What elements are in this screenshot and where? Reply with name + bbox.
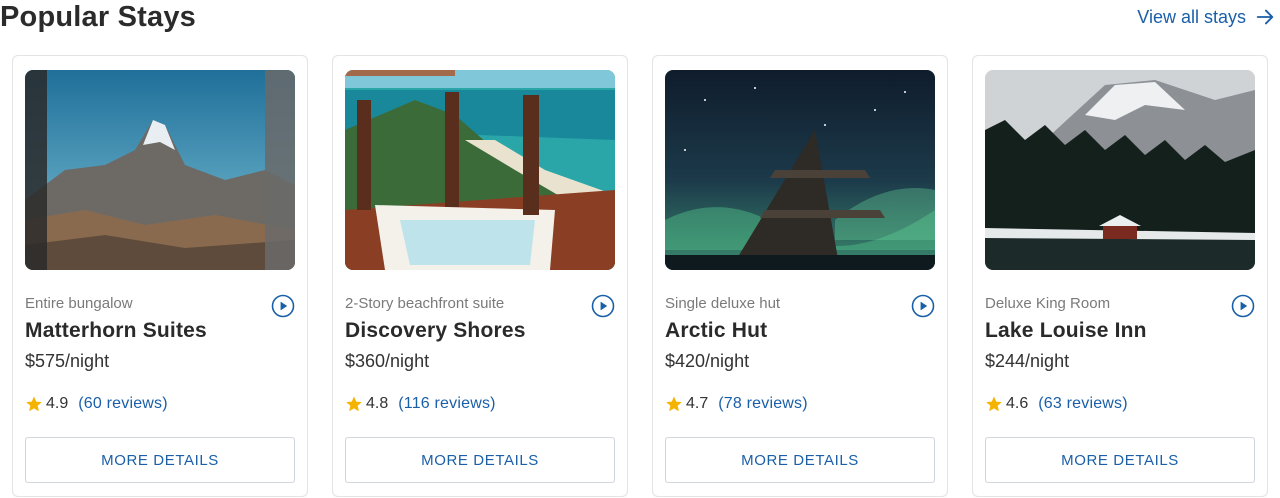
rating-row: 4.8 (116 reviews) [345,395,496,413]
page-title: Popular Stays [0,1,196,33]
stay-name: Discovery Shores [345,319,526,342]
more-details-button[interactable]: MORE DETAILS [985,437,1255,483]
play-circle-icon[interactable] [271,294,295,318]
star-icon [346,396,362,412]
play-circle-icon[interactable] [591,294,615,318]
stays-list: Entire bungalow Matterhorn Suites $575/n… [12,55,1268,498]
play-circle-icon[interactable] [1231,294,1255,318]
arrow-right-icon [1256,9,1274,25]
stay-card: Deluxe King Room Lake Louise Inn $244/ni… [972,55,1268,497]
rating-row: 4.9 (60 reviews) [25,395,168,413]
stay-type: Entire bungalow [25,295,133,312]
matterhorn-mountain-photo[interactable] [25,70,295,270]
stay-name: Matterhorn Suites [25,319,207,342]
rating-row: 4.6 (63 reviews) [985,395,1128,413]
rating-value: 4.7 [686,395,709,412]
star-icon [26,396,42,412]
stay-name: Arctic Hut [665,319,768,342]
more-details-button[interactable]: MORE DETAILS [665,437,935,483]
section-header: Popular Stays View all stays [0,0,1280,40]
stay-type: Deluxe King Room [985,295,1111,312]
stay-card: 2-Story beachfront suite Discovery Shore… [332,55,628,497]
stay-name: Lake Louise Inn [985,319,1147,342]
stay-type: Single deluxe hut [665,295,781,312]
stay-card: Single deluxe hut Arctic Hut $420/night … [652,55,948,497]
rating-value: 4.8 [366,395,389,412]
reviews-link[interactable]: (78 reviews) [718,395,808,413]
reviews-link[interactable]: (63 reviews) [1038,395,1128,413]
beachfront-deck-jacuzzi-photo[interactable] [345,70,615,270]
lake-louise-snowy-cabin-photo[interactable] [985,70,1255,270]
rating-value: 4.9 [46,395,69,412]
star-icon [666,396,682,412]
stay-card: Entire bungalow Matterhorn Suites $575/n… [12,55,308,497]
stay-price: $575/night [25,351,110,371]
view-all-stays-link[interactable]: View all stays [1137,6,1276,28]
view-all-label: View all stays [1137,6,1246,27]
stay-type: 2-Story beachfront suite [345,295,505,312]
stay-price: $420/night [665,351,750,371]
star-icon [986,396,1002,412]
stay-price: $360/night [345,351,430,371]
rating-value: 4.6 [1006,395,1029,412]
more-details-button[interactable]: MORE DETAILS [345,437,615,483]
aurora-hut-night-photo[interactable] [665,70,935,270]
stay-price: $244/night [985,351,1070,371]
play-circle-icon[interactable] [911,294,935,318]
more-details-button[interactable]: MORE DETAILS [25,437,295,483]
reviews-link[interactable]: (116 reviews) [398,395,495,413]
reviews-link[interactable]: (60 reviews) [78,395,168,413]
rating-row: 4.7 (78 reviews) [665,395,808,413]
